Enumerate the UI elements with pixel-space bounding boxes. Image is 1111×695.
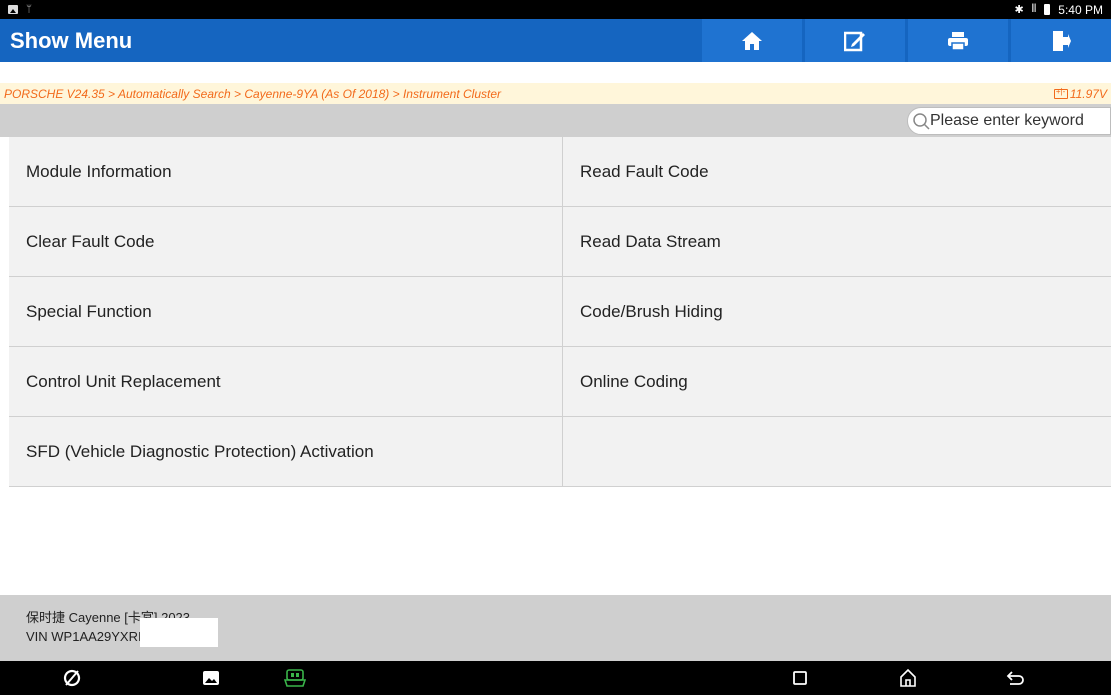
print-button[interactable] [908,19,1008,62]
home-icon [742,31,762,50]
menu-grid: Module Information Read Fault Code Clear… [9,137,1111,487]
bluetooth-icon: ✱ [1014,4,1024,16]
breadcrumb-bar: PORSCHE V24.35 > Automatically Search > … [0,83,1111,104]
search-icon [913,113,930,130]
exit-icon [1053,30,1071,51]
edit-button[interactable] [805,19,905,62]
status-time: 5:40 PM [1058,2,1103,17]
usb-icon: ᛘ [26,3,32,15]
app-header: Show Menu [0,19,1111,62]
menu-item-clear-fault-code[interactable]: Clear Fault Code [9,207,563,276]
vehicle-info-footer: 保时捷 Cayenne [卡宴] 2023 VIN WP1AA29YXRI [0,595,1111,661]
menu-item-read-fault-code[interactable]: Read Fault Code [563,137,1111,206]
menu-item-sfd-activation[interactable]: SFD (Vehicle Diagnostic Protection) Acti… [9,417,563,486]
breadcrumb: PORSCHE V24.35 > Automatically Search > … [4,86,502,101]
menu-item-online-coding[interactable]: Online Coding [563,347,1111,416]
menu-item-special-function[interactable]: Special Function [9,277,563,346]
exit-button[interactable] [1011,19,1111,62]
browser-icon [63,669,81,687]
print-icon [948,31,968,51]
recents-button[interactable] [788,666,812,690]
vibrate-icon: ⫴ [1031,3,1037,15]
search-bar [0,104,1111,137]
vin-number: VIN WP1AA29YXRI [26,628,142,644]
edit-icon [844,31,865,51]
voltage-value: 11.97V [1069,86,1107,101]
home-icon [900,668,916,687]
back-icon [1006,671,1024,685]
menu-item-empty [563,417,1111,486]
back-button[interactable] [1004,666,1028,690]
image-icon [8,5,18,14]
nav-home-button[interactable] [896,666,920,690]
battery-voltage-icon [1053,87,1068,99]
vin-row: VIN WP1AA29YXRI [26,618,1111,647]
search-box[interactable] [907,107,1111,135]
vci-icon [284,669,306,687]
battery-icon [1044,4,1051,15]
recents-icon [793,671,807,685]
search-input[interactable] [930,112,1110,130]
menu-item-control-unit-replacement[interactable]: Control Unit Replacement [9,347,563,416]
system-nav-bar [0,661,1111,695]
browser-button[interactable] [60,666,84,690]
menu-item-read-data-stream[interactable]: Read Data Stream [563,207,1111,276]
page-title: Show Menu [10,27,133,53]
home-button[interactable] [702,19,802,62]
status-bar: ᛘ ✱ ⫴ 5:40 PM [0,0,1111,19]
menu-item-code-brush-hiding[interactable]: Code/Brush Hiding [563,277,1111,346]
gallery-button[interactable] [199,666,223,690]
gallery-icon [203,671,219,685]
voltage-indicator: 11.97V [1053,86,1107,101]
vin-redaction [139,618,218,647]
menu-item-module-information[interactable]: Module Information [9,137,563,206]
vci-button[interactable] [283,666,307,690]
